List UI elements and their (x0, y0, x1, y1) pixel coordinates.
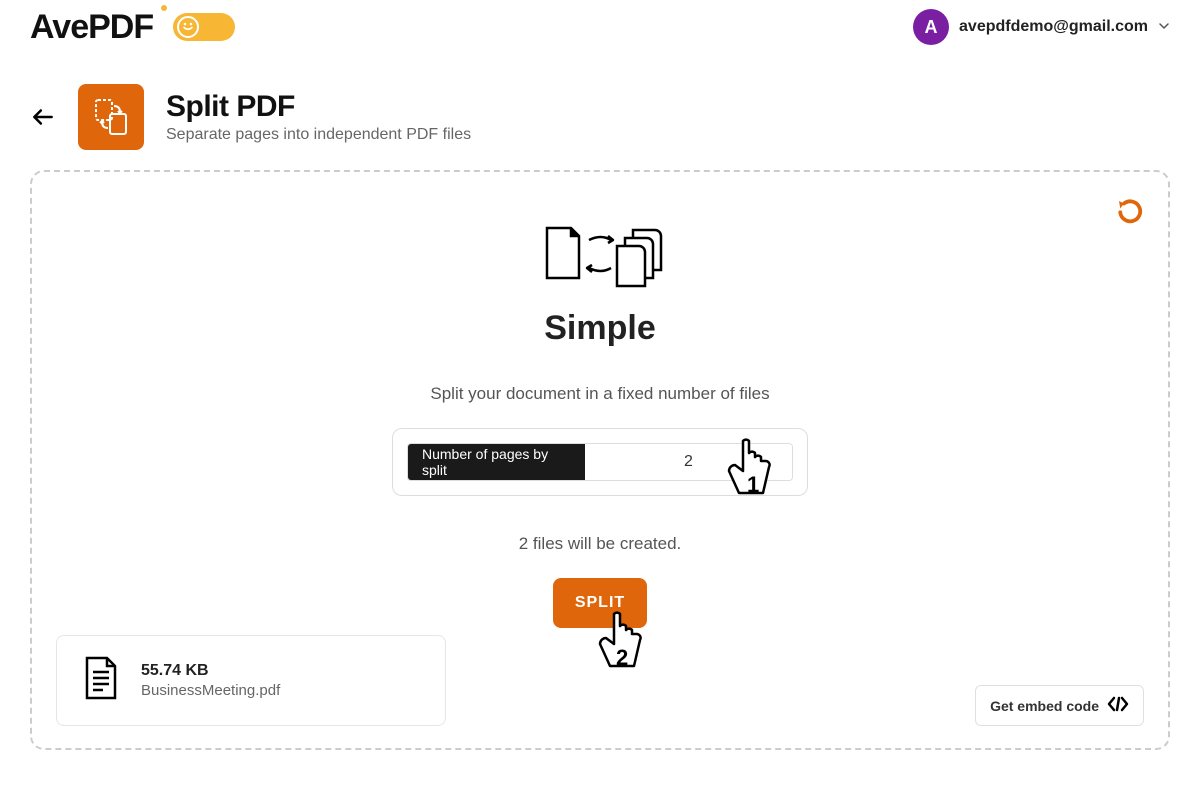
brand-logo[interactable]: AvePDF (30, 8, 153, 47)
page-title-block: Split PDF Separate pages into independen… (166, 90, 471, 144)
toggle-indicator-dot (161, 5, 167, 11)
get-embed-code-button[interactable]: Get embed code (975, 685, 1144, 726)
smile-icon (181, 19, 195, 33)
mode-title: Simple (544, 309, 655, 348)
split-field: Number of pages by split (407, 443, 793, 481)
chevron-down-icon (1158, 20, 1170, 35)
brand-block: AvePDF (30, 8, 235, 47)
split-status: 2 files will be created. (519, 534, 682, 554)
file-meta: 55.74 KB BusinessMeeting.pdf (141, 662, 280, 699)
file-name: BusinessMeeting.pdf (141, 682, 280, 699)
file-size: 55.74 KB (141, 662, 280, 680)
undo-button[interactable] (1114, 196, 1144, 231)
document-icon (81, 654, 121, 707)
split-field-label: Number of pages by split (408, 444, 585, 480)
code-icon (1107, 696, 1129, 715)
split-illustration-icon (535, 220, 665, 295)
page-subtitle: Separate pages into independent PDF file… (166, 126, 471, 144)
split-field-box: Number of pages by split (392, 428, 808, 496)
file-card[interactable]: 55.74 KB BusinessMeeting.pdf (56, 635, 446, 726)
center-column: Simple Split your document in a fixed nu… (62, 220, 1138, 628)
arrow-left-icon (30, 104, 56, 130)
main-panel: Simple Split your document in a fixed nu… (30, 170, 1170, 750)
embed-label: Get embed code (990, 698, 1099, 714)
undo-icon (1114, 196, 1144, 226)
user-email: avepdfdemo@gmail.com (959, 18, 1148, 36)
tool-icon (78, 84, 144, 150)
annotation-number-2: 2 (616, 645, 628, 671)
top-bar: AvePDF A avepdfdemo@gmail.com (0, 0, 1200, 54)
pages-per-split-input[interactable] (585, 444, 792, 480)
avatar: A (913, 9, 949, 45)
split-button[interactable]: SPLIT (553, 578, 647, 628)
page-title: Split PDF (166, 90, 471, 124)
mode-description: Split your document in a fixed number of… (430, 384, 769, 404)
back-button[interactable] (30, 104, 56, 130)
user-menu[interactable]: A avepdfdemo@gmail.com (913, 9, 1170, 45)
page-header: Split PDF Separate pages into independen… (0, 54, 1200, 170)
theme-toggle[interactable] (173, 13, 235, 41)
